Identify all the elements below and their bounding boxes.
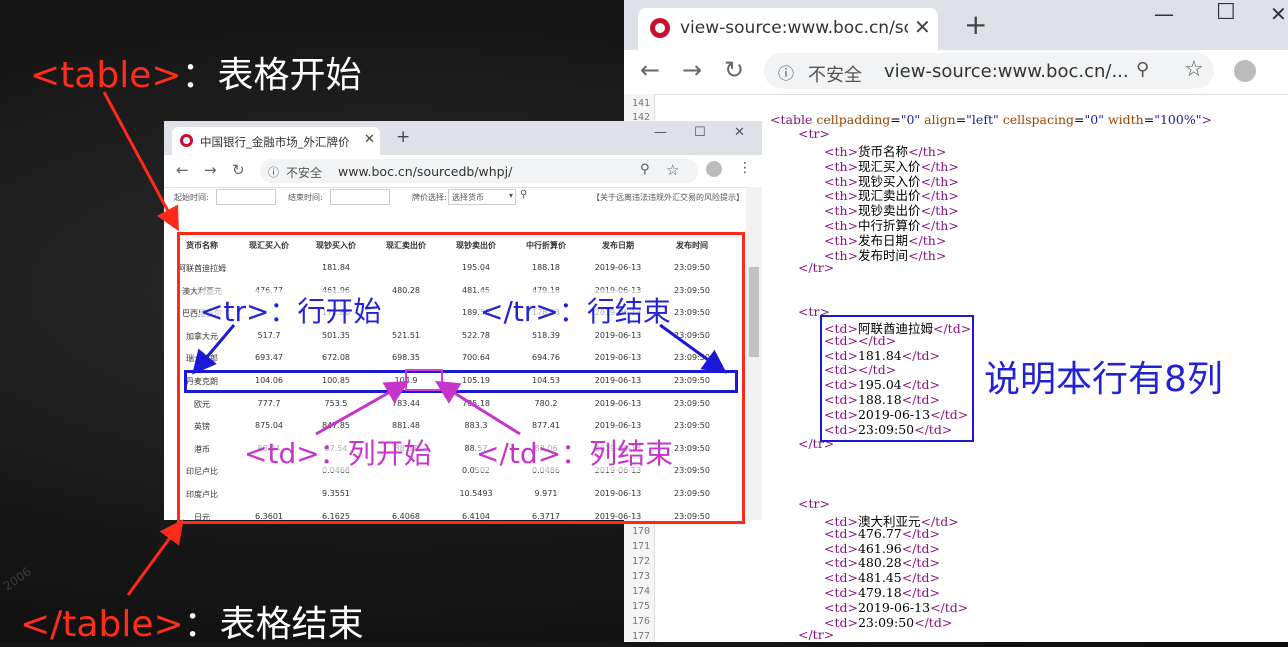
arrow-tr-open	[192, 324, 236, 375]
arrow-tr-close	[659, 323, 727, 374]
arrow-table-close	[126, 519, 184, 596]
annotation-arrows	[102, 91, 727, 596]
arrow-table-open	[102, 91, 179, 232]
arrow-td-open	[315, 381, 410, 436]
arrow-td-close	[434, 380, 521, 436]
